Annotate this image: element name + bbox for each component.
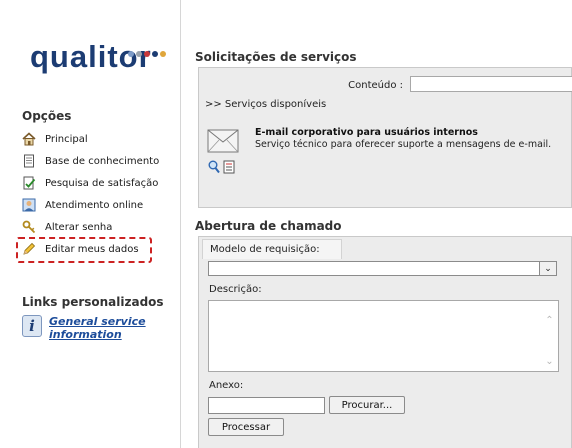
service-item-description: Serviço técnico para oferecer suporte a … bbox=[255, 139, 552, 150]
sidebar-item-label: Pesquisa de satisfação bbox=[45, 177, 159, 189]
sidebar-item-label: Principal bbox=[45, 133, 88, 145]
highlight-box bbox=[16, 237, 152, 263]
search-label: Conteúdo : bbox=[348, 80, 403, 91]
model-label: Modelo de requisição: bbox=[202, 239, 342, 259]
document-icon bbox=[22, 154, 36, 168]
support-agent-icon bbox=[22, 198, 36, 212]
options-title: Opções bbox=[22, 109, 72, 123]
info-icon: i bbox=[22, 315, 42, 337]
description-textarea[interactable]: ⌃ ⌄ bbox=[208, 300, 559, 372]
attachment-label: Anexo: bbox=[209, 380, 244, 391]
search-input[interactable] bbox=[410, 76, 572, 92]
available-services-link[interactable]: >> Serviços disponíveis bbox=[205, 99, 326, 110]
logo-dots bbox=[128, 42, 168, 61]
chevron-down-icon[interactable]: ⌄ bbox=[539, 262, 556, 275]
sidebar-item-base-conhecimento[interactable]: Base de conhecimento bbox=[22, 150, 180, 172]
textarea-scrollbar[interactable]: ⌃ ⌄ bbox=[541, 301, 558, 371]
home-icon bbox=[22, 132, 36, 146]
sidebar-item-alterar-senha[interactable]: Alterar senha bbox=[22, 216, 180, 238]
services-panel: Conteúdo : >> Serviços disponíveis E-mai… bbox=[198, 67, 572, 208]
services-title: Solicitações de serviços bbox=[195, 50, 357, 64]
service-item-title[interactable]: E-mail corporativo para usuários interno… bbox=[255, 127, 478, 138]
links-title: Links personalizados bbox=[22, 295, 164, 309]
survey-icon bbox=[22, 176, 36, 190]
sidebar-item-label: Base de conhecimento bbox=[45, 155, 160, 167]
model-select[interactable]: ⌄ bbox=[208, 261, 557, 276]
general-service-link[interactable]: General service information bbox=[49, 315, 169, 341]
email-envelope-icon[interactable] bbox=[207, 127, 239, 153]
qualitor-logo: qualitor bbox=[30, 40, 178, 74]
process-button[interactable]: Processar bbox=[208, 418, 284, 436]
sidebar-item-label: Alterar senha bbox=[45, 221, 113, 233]
ticket-panel: Modelo de requisição: ⌄ Descrição: ⌃ ⌄ A… bbox=[198, 236, 572, 448]
sidebar-item-pesquisa-satisfacao[interactable]: Pesquisa de satisfação bbox=[22, 172, 180, 194]
sidebar-item-atendimento-online[interactable]: Atendimento online bbox=[22, 194, 180, 216]
magnifier-icon[interactable] bbox=[208, 159, 220, 174]
sidebar-item-principal[interactable]: Principal bbox=[22, 128, 180, 150]
ticket-title: Abertura de chamado bbox=[195, 219, 342, 233]
sidebar: qualitor Opções Principal Base de conhec… bbox=[0, 0, 181, 448]
browse-button[interactable]: Procurar... bbox=[329, 396, 405, 414]
chevron-down-icon[interactable]: ⌄ bbox=[545, 356, 553, 367]
form-icon[interactable] bbox=[223, 159, 235, 174]
chevron-up-icon[interactable]: ⌃ bbox=[545, 315, 553, 326]
sidebar-item-label: Atendimento online bbox=[45, 199, 144, 211]
description-label: Descrição: bbox=[209, 284, 262, 295]
custom-link-row: i General service information bbox=[22, 315, 169, 341]
key-icon bbox=[22, 220, 36, 234]
attachment-file-input[interactable] bbox=[208, 397, 325, 414]
